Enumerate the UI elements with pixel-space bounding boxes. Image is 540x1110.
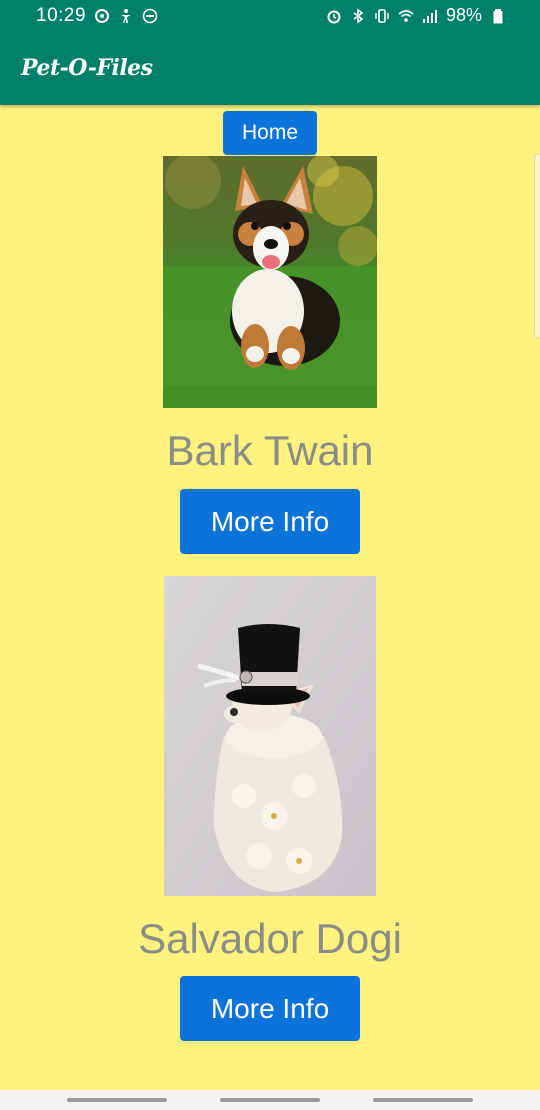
status-right: 98% <box>326 5 506 26</box>
pet-name: Bark Twain <box>166 427 374 474</box>
pet-name: Salvador Dogi <box>138 915 402 962</box>
sync-icon <box>94 8 110 24</box>
app-bar: Pet-O-Files <box>0 31 540 105</box>
vibrate-icon <box>374 8 390 24</box>
system-nav-bar <box>0 1090 540 1110</box>
main-content[interactable]: Home Bark Twain More Info Salvador Dogi … <box>0 105 540 1090</box>
nav-home-button[interactable] <box>219 1098 320 1102</box>
status-bar: 10:29 98% <box>0 0 540 31</box>
pet-photo-chihuahua <box>164 576 376 896</box>
pet-photo-corgi <box>163 156 377 408</box>
nav-back-button[interactable] <box>373 1098 474 1102</box>
scroll-indicator[interactable] <box>534 153 540 339</box>
alarm-icon <box>326 8 342 24</box>
battery-icon <box>490 8 506 24</box>
wifi-icon <box>398 8 414 24</box>
more-info-button[interactable]: More Info <box>180 489 360 554</box>
more-info-button[interactable]: More Info <box>180 976 360 1041</box>
accessibility-icon <box>118 8 134 24</box>
signal-icon <box>422 8 438 24</box>
bluetooth-icon <box>350 7 366 24</box>
status-time: 10:29 <box>36 4 87 26</box>
nav-recents-button[interactable] <box>66 1098 167 1102</box>
app-title: Pet-O-Files <box>21 55 153 81</box>
do-not-disturb-icon <box>142 8 158 24</box>
home-button[interactable]: Home <box>223 111 317 155</box>
status-left: 10:29 <box>36 5 158 27</box>
battery-percent: 98% <box>445 5 482 25</box>
